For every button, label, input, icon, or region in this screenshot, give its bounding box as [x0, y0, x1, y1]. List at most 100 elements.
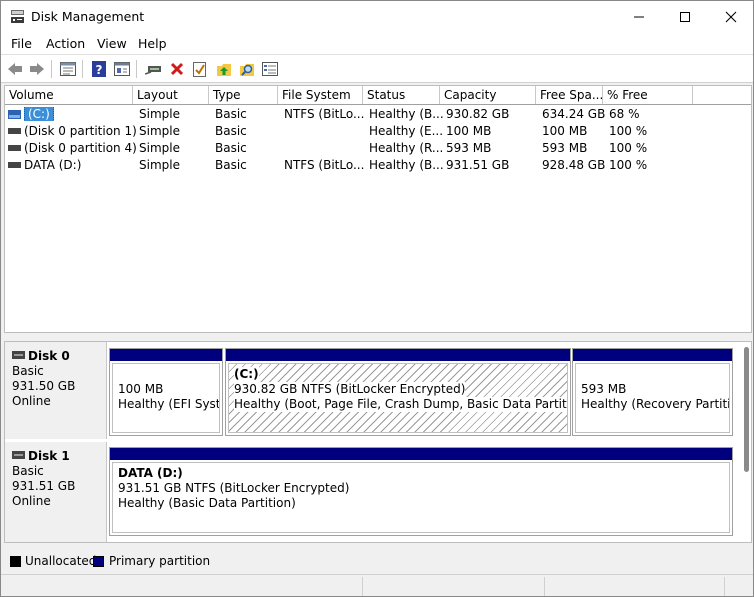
- volume-free-space: 100 MB: [542, 124, 588, 138]
- check-icon: [193, 62, 206, 77]
- menu-help[interactable]: Help: [138, 36, 167, 51]
- disk-0-label[interactable]: Disk 0 Basic 931.50 GB Online: [5, 342, 107, 439]
- volume-row[interactable]: (Disk 0 partition 4) Simple Basic Health…: [5, 140, 751, 157]
- list-view-icon: [262, 62, 278, 76]
- partition-recovery[interactable]: 593 MB Healthy (Recovery Partition): [572, 348, 733, 436]
- column-header-percent-free[interactable]: % Free: [603, 86, 693, 104]
- column-header-type[interactable]: Type: [209, 86, 278, 104]
- volume-type: Basic: [215, 141, 247, 155]
- volume-percent-free: 100 %: [609, 158, 648, 172]
- status-bar: [1, 574, 753, 596]
- toolbar-separator: [51, 60, 52, 78]
- menu-view[interactable]: View: [97, 36, 127, 51]
- partition-size: 100 MB: [118, 382, 164, 396]
- search-folder-icon: [240, 64, 254, 76]
- svg-text:?: ?: [96, 63, 103, 77]
- disk-type: Basic: [12, 364, 44, 378]
- check-button[interactable]: [190, 59, 210, 79]
- forward-button[interactable]: [27, 59, 47, 79]
- partition-size: 593 MB: [581, 382, 627, 396]
- maximize-icon: [680, 12, 690, 22]
- volume-layout: Simple: [139, 107, 180, 121]
- volume-file-system: NTFS (BitLo...: [284, 158, 365, 172]
- disk-size: 931.51 GB: [12, 479, 76, 493]
- status-segment: [545, 577, 725, 596]
- volume-icon: [8, 162, 21, 168]
- partition-status: Healthy (Recovery Partition): [581, 397, 730, 411]
- volume-row[interactable]: (Disk 0 partition 1) Simple Basic Health…: [5, 123, 751, 140]
- partition-title: DATA (D:): [118, 466, 183, 480]
- minimize-icon: [634, 16, 644, 18]
- legend-unallocated: Unallocated: [25, 554, 97, 568]
- minimize-button[interactable]: [616, 1, 662, 33]
- volume-name: (C:): [24, 107, 54, 121]
- partition-body: (C:) 930.82 GB NTFS (BitLocker Encrypted…: [228, 363, 568, 433]
- status-segment: [363, 577, 545, 596]
- volume-status: Healthy (R...: [369, 141, 444, 155]
- menu-file[interactable]: File: [11, 36, 32, 51]
- volume-type: Basic: [215, 158, 247, 172]
- disk-management-icon: [11, 10, 24, 23]
- toolbar-separator: [136, 60, 137, 78]
- partition-body: 100 MB Healthy (EFI System: [112, 363, 220, 433]
- disk-status: Online: [12, 494, 51, 508]
- partition-body: 593 MB Healthy (Recovery Partition): [575, 363, 730, 433]
- menu-action[interactable]: Action: [46, 36, 85, 51]
- partition-c[interactable]: (C:) 930.82 GB NTFS (BitLocker Encrypted…: [225, 348, 571, 436]
- search-folder-button[interactable]: [237, 59, 257, 79]
- partition-bar: [573, 349, 732, 361]
- disk-status: Online: [12, 394, 51, 408]
- delete-button[interactable]: [167, 59, 187, 79]
- volume-row[interactable]: (C:) Simple Basic NTFS (BitLo... Healthy…: [5, 106, 751, 123]
- disk-management-window: Disk Management File Action View Help ?: [0, 0, 754, 597]
- connect-disk-icon: [144, 66, 161, 75]
- column-header-free-space[interactable]: Free Spa...: [536, 86, 603, 104]
- partition-body: DATA (D:) 931.51 GB NTFS (BitLocker Encr…: [112, 462, 730, 533]
- forward-arrow-icon: [30, 63, 44, 75]
- partition-size: 930.82 GB NTFS (BitLocker Encrypted): [234, 382, 466, 397]
- volume-layout: Simple: [139, 141, 180, 155]
- column-header-capacity[interactable]: Capacity: [440, 86, 536, 104]
- properties-button[interactable]: [58, 59, 78, 79]
- vertical-scrollbar[interactable]: [744, 347, 749, 472]
- connect-disk-button[interactable]: [143, 59, 163, 79]
- disk-name: Disk 0: [28, 349, 70, 363]
- partition-data[interactable]: DATA (D:) 931.51 GB NTFS (BitLocker Encr…: [109, 447, 733, 536]
- volume-row[interactable]: DATA (D:) Simple Basic NTFS (BitLo... He…: [5, 157, 751, 174]
- volume-name: (Disk 0 partition 1): [24, 124, 137, 138]
- volume-percent-free: 100 %: [609, 141, 648, 155]
- volume-status: Healthy (E...: [369, 124, 444, 138]
- volume-icon: [8, 128, 21, 134]
- partition-efi[interactable]: 100 MB Healthy (EFI System: [109, 348, 223, 436]
- column-header-layout[interactable]: Layout: [133, 86, 209, 104]
- toolbar-separator: [82, 60, 83, 78]
- delete-icon: [170, 62, 184, 76]
- list-view-button[interactable]: [260, 59, 280, 79]
- volume-type: Basic: [215, 107, 247, 121]
- maximize-button[interactable]: [662, 1, 708, 33]
- volume-type: Basic: [215, 124, 247, 138]
- menu-bar: File Action View Help: [1, 33, 753, 54]
- properties-icon: [60, 62, 76, 76]
- disk-graphical-view: Disk 0 Basic 931.50 GB Online 100 MB Hea…: [4, 341, 752, 543]
- volume-capacity: 930.82 GB: [446, 107, 510, 121]
- column-header-status[interactable]: Status: [363, 86, 440, 104]
- folder-up-button[interactable]: [214, 59, 234, 79]
- volume-free-space: 593 MB: [542, 141, 588, 155]
- window-title: Disk Management: [31, 9, 145, 24]
- legend: Unallocated Primary partition: [4, 551, 752, 572]
- partition-bar: [110, 349, 222, 361]
- show-hide-console-icon: [114, 62, 130, 76]
- disk-1-label[interactable]: Disk 1 Basic 931.51 GB Online: [5, 442, 107, 542]
- partition-title: (C:): [234, 367, 259, 382]
- help-button[interactable]: ?: [89, 59, 109, 79]
- back-arrow-icon: [8, 63, 22, 75]
- column-header-volume[interactable]: Volume: [5, 86, 133, 104]
- disk-icon: [12, 351, 25, 359]
- close-button[interactable]: [708, 1, 753, 33]
- back-button[interactable]: [5, 59, 25, 79]
- help-icon: ?: [92, 61, 106, 77]
- volume-name: (Disk 0 partition 4): [24, 141, 137, 155]
- show-hide-console-button[interactable]: [112, 59, 132, 79]
- column-header-file-system[interactable]: File System: [278, 86, 363, 104]
